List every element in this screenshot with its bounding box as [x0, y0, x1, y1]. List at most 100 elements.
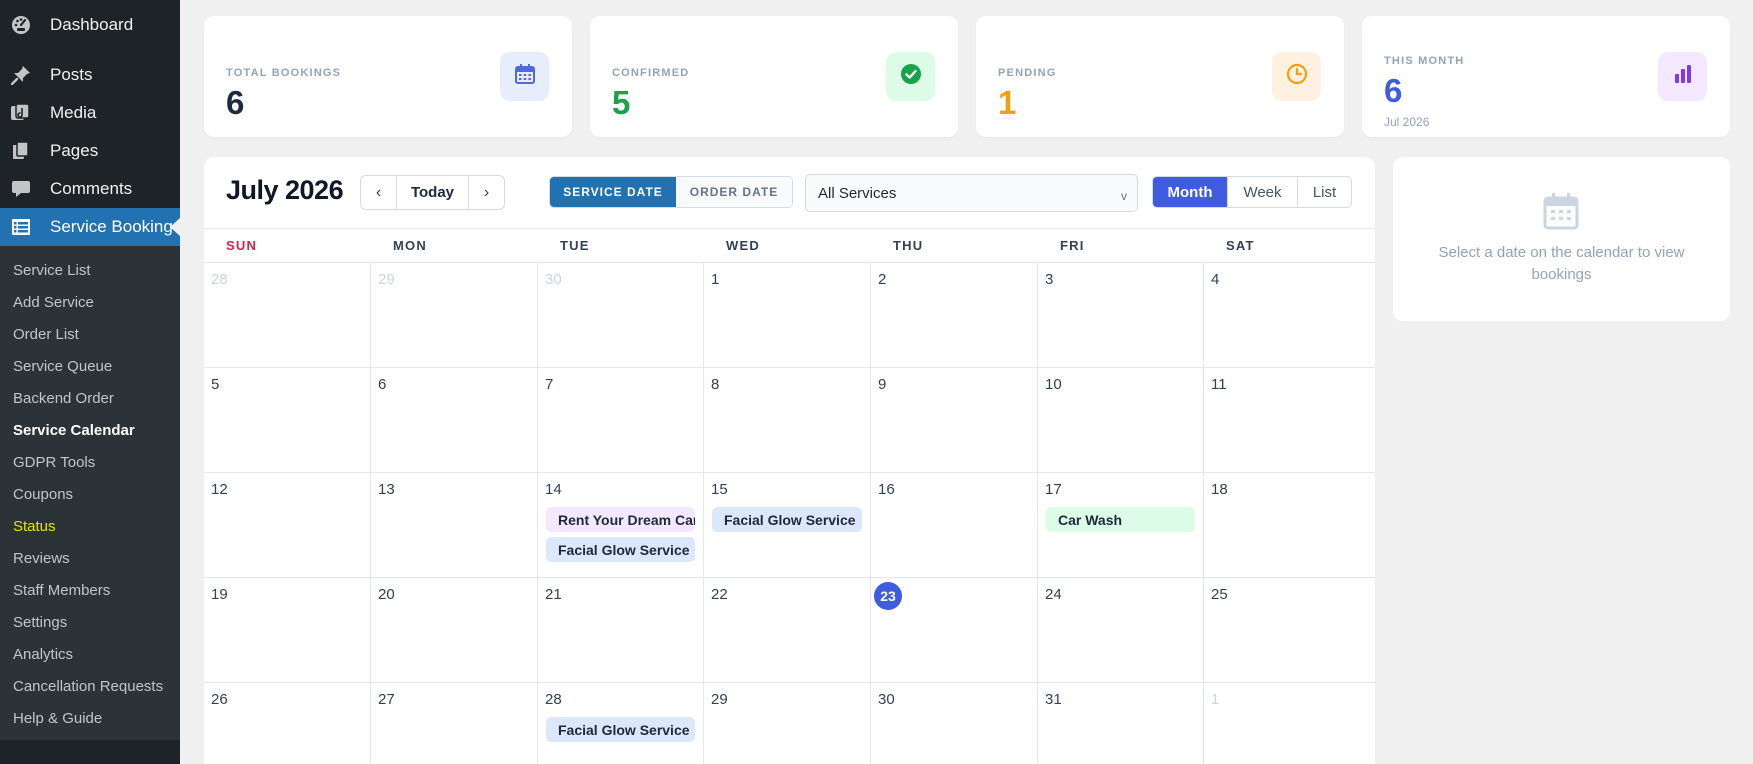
- calendar-day-cell[interactable]: 21: [538, 578, 704, 683]
- submenu-reviews[interactable]: Reviews: [0, 542, 180, 574]
- submenu-staff-members[interactable]: Staff Members: [0, 574, 180, 606]
- calendar-day-cell[interactable]: 23: [871, 578, 1038, 683]
- day-number: 21: [545, 586, 562, 603]
- empty-state-message: Select a date on the calendar to view bo…: [1438, 244, 1685, 283]
- calendar-nav: ‹ Today ›: [360, 175, 505, 210]
- week-view-button[interactable]: Week: [1227, 177, 1297, 207]
- calendar-day-cell[interactable]: 7: [538, 368, 704, 473]
- today-button[interactable]: Today: [396, 176, 469, 209]
- submenu-backend-order[interactable]: Backend Order: [0, 382, 180, 414]
- menu-item-comments[interactable]: Comments: [0, 170, 180, 208]
- stat-label: PENDING: [998, 67, 1057, 79]
- day-number: 29: [378, 271, 395, 288]
- submenu-service-list[interactable]: Service List: [0, 254, 180, 286]
- pushpin-icon: [10, 64, 32, 86]
- comment-icon: [10, 178, 32, 200]
- calendar-day-cell[interactable]: 3: [1038, 263, 1204, 368]
- submenu-status[interactable]: Status: [0, 510, 180, 542]
- calendar-day-cell[interactable]: 1: [1204, 683, 1375, 764]
- calendar-day-cell[interactable]: 15 Facial Glow Service: [704, 473, 871, 578]
- day-number: 27: [378, 691, 395, 708]
- submenu-service-queue[interactable]: Service Queue: [0, 350, 180, 382]
- calendar-day-cell[interactable]: 16: [871, 473, 1038, 578]
- stat-badge: [500, 52, 549, 101]
- list-view-button[interactable]: List: [1297, 177, 1351, 207]
- day-number: 31: [1045, 691, 1062, 708]
- weekday-label: TUE: [560, 238, 590, 253]
- submenu-coupons[interactable]: Coupons: [0, 478, 180, 510]
- calendar-day-cell[interactable]: 9: [871, 368, 1038, 473]
- submenu-gdpr-tools[interactable]: GDPR Tools: [0, 446, 180, 478]
- submenu-help-guide[interactable]: Help & Guide: [0, 702, 180, 734]
- calendar-day-cell[interactable]: 8: [704, 368, 871, 473]
- day-number: 7: [545, 376, 554, 393]
- calendar-day-cell[interactable]: 6: [371, 368, 538, 473]
- submenu-service-calendar[interactable]: Service Calendar: [0, 414, 180, 446]
- month-view-button[interactable]: Month: [1153, 177, 1227, 207]
- submenu-cancellation-requests[interactable]: Cancellation Requests: [0, 670, 180, 702]
- menu-item-media[interactable]: Media: [0, 94, 180, 132]
- submenu-analytics[interactable]: Analytics: [0, 638, 180, 670]
- calendar-day-cell[interactable]: 5: [204, 368, 371, 473]
- order-date-button[interactable]: ORDER DATE: [676, 177, 792, 207]
- list-icon: [10, 216, 32, 238]
- menu-item-label: Comments: [50, 179, 133, 198]
- booking-event-chip[interactable]: Rent Your Dream Car: [546, 507, 695, 532]
- next-month-button[interactable]: ›: [469, 176, 504, 209]
- calendar-day-cell[interactable]: 24: [1038, 578, 1204, 683]
- day-number: 16: [878, 481, 895, 498]
- calendar-day-cell[interactable]: 4: [1204, 263, 1375, 368]
- menu-item-posts[interactable]: Posts: [0, 56, 180, 94]
- weekday-header: SUN MON TUE WED THU FRI SAT: [204, 228, 1375, 263]
- calendar-day-cell[interactable]: 30: [871, 683, 1038, 764]
- calendar-day-cell[interactable]: 31: [1038, 683, 1204, 764]
- calendar-day-cell[interactable]: 28 Facial Glow Service: [538, 683, 704, 764]
- calendar-day-cell[interactable]: 17 Car Wash: [1038, 473, 1204, 578]
- calendar-day-cell[interactable]: 1: [704, 263, 871, 368]
- day-number: 29: [711, 691, 728, 708]
- calendar-day-cell[interactable]: 10: [1038, 368, 1204, 473]
- prev-month-button[interactable]: ‹: [361, 176, 396, 209]
- service-date-button[interactable]: SERVICE DATE: [550, 177, 676, 207]
- day-number: 30: [878, 691, 895, 708]
- calendar-day-cell[interactable]: 29: [371, 263, 538, 368]
- submenu-add-service[interactable]: Add Service: [0, 286, 180, 318]
- booking-event-chip[interactable]: Facial Glow Service: [712, 507, 862, 532]
- stat-value: 6: [1384, 72, 1403, 109]
- menu-item-service-booking[interactable]: Service Booking: [0, 208, 180, 246]
- calendar-day-cell[interactable]: 12: [204, 473, 371, 578]
- calendar-day-cell[interactable]: 22: [704, 578, 871, 683]
- day-number: 3: [1045, 271, 1054, 288]
- calendar-day-cell[interactable]: 18: [1204, 473, 1375, 578]
- calendar-day-cell[interactable]: 30: [538, 263, 704, 368]
- booking-event-chip[interactable]: Facial Glow Service: [546, 717, 695, 742]
- submenu-settings[interactable]: Settings: [0, 606, 180, 638]
- menu-item-dashboard[interactable]: Dashboard: [0, 6, 180, 44]
- day-number: 20: [378, 586, 395, 603]
- weekday-label: FRI: [1060, 238, 1085, 253]
- weekday-label: MON: [393, 238, 427, 253]
- service-filter-select[interactable]: All Services v: [805, 174, 1138, 212]
- stat-subtext: Jul 2026: [1384, 115, 1430, 129]
- calendar-day-cell[interactable]: 27: [371, 683, 538, 764]
- calendar-day-cell[interactable]: 26: [204, 683, 371, 764]
- submenu-order-list[interactable]: Order List: [0, 318, 180, 350]
- day-number: 4: [1211, 271, 1220, 288]
- day-number: 9: [878, 376, 887, 393]
- calendar-day-cell[interactable]: 2: [871, 263, 1038, 368]
- calendar-day-cell[interactable]: 29: [704, 683, 871, 764]
- calendar-day-cell[interactable]: 14 Rent Your Dream Car Facial Glow Service: [538, 473, 704, 578]
- calendar-day-cell[interactable]: 13: [371, 473, 538, 578]
- menu-item-pages[interactable]: Pages: [0, 132, 180, 170]
- today-day-number: 23: [874, 582, 902, 610]
- calendar-day-cell[interactable]: 20: [371, 578, 538, 683]
- booking-event-chip[interactable]: Facial Glow Service: [546, 537, 695, 562]
- calendar-day-cell[interactable]: 28: [204, 263, 371, 368]
- stat-card-this-month: THIS MONTH 6 Jul 2026: [1362, 16, 1730, 137]
- booking-event-chip[interactable]: Car Wash: [1046, 507, 1195, 532]
- calendar-day-cell[interactable]: 25: [1204, 578, 1375, 683]
- calendar-week-row: 26 27 28 Facial Glow Service 29 30 31 1: [204, 683, 1375, 764]
- calendar-day-cell[interactable]: 19: [204, 578, 371, 683]
- calendar-day-cell[interactable]: 11: [1204, 368, 1375, 473]
- menu-item-label: Pages: [50, 141, 99, 160]
